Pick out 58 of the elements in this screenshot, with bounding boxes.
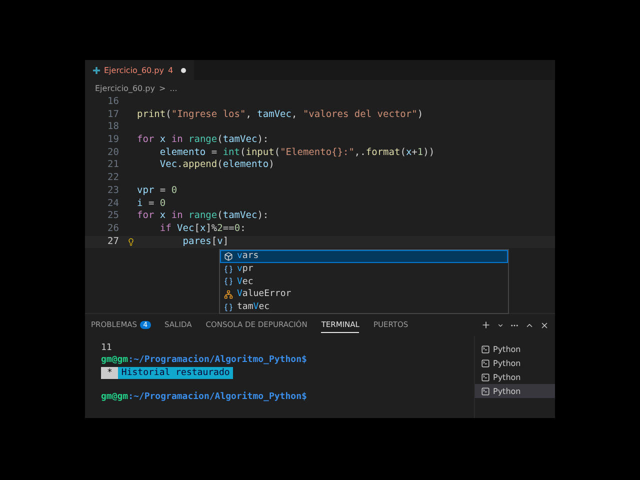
code-line: Vec.append(elemento): [158, 159, 274, 172]
line-number: 19: [106, 134, 120, 147]
terminal-icon: [481, 344, 490, 354]
code-line: for x in range(tamVec):: [137, 134, 269, 147]
python-file-icon: [93, 66, 100, 74]
line-number: 20: [106, 146, 120, 160]
prompt-user: gm@gm: [101, 392, 128, 402]
line-number: 21: [106, 159, 120, 172]
terminal-icon: [481, 372, 490, 382]
lightbulb-icon[interactable]: [127, 238, 135, 246]
notice-mark: *: [101, 366, 118, 379]
file-tab[interactable]: Ejercicio_60.py 4: [85, 60, 194, 80]
line-number: 24: [106, 198, 120, 210]
line-number: 22: [106, 172, 120, 185]
line-number: 18: [106, 121, 120, 134]
dropdown-icon[interactable]: [497, 322, 504, 328]
breadcrumb-more[interactable]: ...: [170, 84, 178, 92]
line-number: 27: [106, 236, 120, 248]
code-line: for x in range(tamVec):: [137, 210, 269, 223]
code-line: i = 0: [137, 198, 166, 210]
terminal-output: 11: [101, 343, 112, 353]
variable-icon: [224, 264, 233, 274]
suggestion-item[interactable]: ValueError: [220, 288, 508, 301]
terminal-icon: [481, 358, 490, 368]
class-icon: [224, 290, 233, 299]
line-number: 16: [106, 96, 120, 109]
line-number: 25: [106, 210, 120, 223]
variable-icon: [224, 277, 233, 286]
prompt-user: gm@gm: [101, 355, 128, 366]
terminal-item[interactable]: Python: [475, 342, 555, 356]
code-line: vpr = 0: [137, 184, 178, 198]
terminal-icon: [481, 386, 490, 396]
terminal-item[interactable]: Python: [475, 370, 555, 384]
line-number: 23: [106, 184, 120, 198]
add-icon[interactable]: [481, 320, 491, 330]
code-line: if Vec[x]%2==0:: [158, 222, 246, 236]
prompt-path: :~/Programacion/Algoritmo_Python$: [128, 392, 307, 402]
breadcrumb-separator: >: [158, 84, 166, 92]
terminal-item[interactable]: Python: [475, 356, 555, 370]
code-line: elemento = int(input("Elemento{}:",.format(x+1)): [158, 146, 435, 160]
terminal[interactable]: 11 gm@gm:~/Programacion/Algoritmo_Python$ * Historial restaurado gm@gm:~/Programacion/Algoritmo_Python$: [85, 336, 474, 418]
close-icon[interactable]: [540, 320, 549, 330]
suggestion-item[interactable]: vpr: [220, 262, 508, 276]
variable-icon: [224, 302, 233, 312]
suggestion-item[interactable]: tamVec: [220, 300, 508, 314]
problem-count: 4: [168, 66, 174, 74]
suggestion-item[interactable]: Vec: [220, 275, 508, 288]
tab-filename: Ejercicio_60.py: [104, 66, 164, 74]
suggestion-item[interactable]: vars: [220, 250, 508, 263]
breadcrumb-file[interactable]: Ejercicio_60.py: [95, 84, 155, 92]
cube-icon: [224, 252, 233, 261]
line-number: 26: [106, 222, 120, 236]
terminal-item[interactable]: Python: [475, 384, 555, 398]
code-line: pares[v]: [182, 236, 229, 248]
code-line: print("Ingrese los", tamVec, "valores del vector"): [137, 108, 424, 122]
history-notice: Historial restaurado: [118, 366, 233, 379]
prompt-path: :~/Programacion/Algoritmo_Python$: [128, 355, 307, 366]
line-number: 17: [106, 108, 120, 122]
